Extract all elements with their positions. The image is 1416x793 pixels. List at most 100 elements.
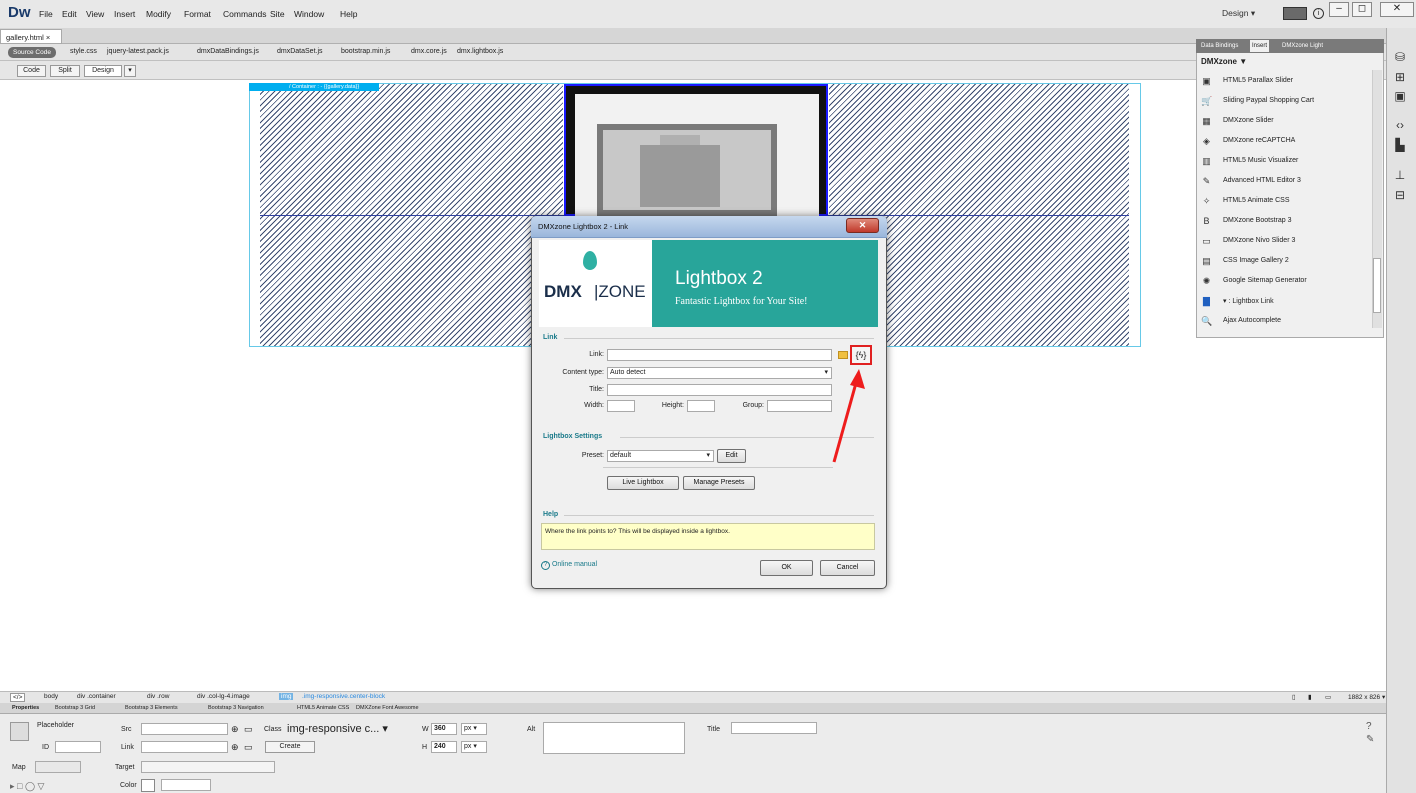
design-view-button[interactable]: Design	[84, 65, 122, 77]
database-icon[interactable]: ⛁	[1391, 50, 1409, 66]
height-input[interactable]: 240	[431, 741, 457, 753]
pointer-hotspot-icon[interactable]: ▸ □ ◯ ▽	[10, 781, 44, 792]
menu-insert[interactable]: Insert	[114, 9, 135, 19]
help-icon[interactable]: ?	[1366, 721, 1372, 732]
panel-category-dropdown[interactable]: DMXzone ▼	[1201, 57, 1247, 66]
code-nav-button[interactable]: </>	[10, 693, 26, 702]
width-input[interactable]: 360	[431, 723, 457, 735]
class-select[interactable]: img-responsive c... ▾	[287, 722, 409, 736]
title-input[interactable]	[731, 722, 817, 734]
close-window-button[interactable]: ✕	[1380, 2, 1414, 17]
sync-icon[interactable]	[1283, 7, 1307, 20]
tab-font-awesome[interactable]: DMXZone Font Awesome	[356, 705, 419, 711]
preset-select[interactable]: default ▾	[607, 450, 714, 462]
online-manual-link[interactable]: ? Online manual	[541, 561, 597, 570]
dynamic-data-button[interactable]: {ϟ}	[850, 345, 872, 365]
mobile-size-icon[interactable]: ▯	[1292, 693, 1296, 701]
group-input[interactable]	[767, 400, 832, 412]
link-input[interactable]	[607, 349, 832, 361]
close-tab-icon[interactable]: ×	[46, 33, 50, 42]
related-file[interactable]: dmxDataSet.js	[277, 48, 323, 55]
panel-item[interactable]: ▇ ▾ : Lightbox Link	[1196, 292, 1372, 312]
tag-row[interactable]: div .row	[147, 693, 169, 700]
snippets-icon[interactable]: ‹›	[1391, 118, 1409, 134]
split-view-button[interactable]: Split	[50, 65, 80, 77]
panel-item[interactable]: 🛒 Sliding Paypal Shopping Cart	[1196, 92, 1372, 112]
tab-insert[interactable]: Insert	[1250, 40, 1270, 52]
tab-bootstrap-grid[interactable]: Bootstrap 3 Grid	[55, 705, 95, 711]
tab-animate-css[interactable]: HTML5 Animate CSS	[297, 705, 349, 711]
menu-help[interactable]: Help	[340, 9, 357, 19]
content-type-select[interactable]: Auto detect ▾	[607, 367, 832, 379]
document-tab[interactable]: gallery.html ×	[0, 29, 62, 44]
color-input[interactable]	[161, 779, 211, 791]
tab-bootstrap-elements[interactable]: Bootstrap 3 Elements	[125, 705, 178, 711]
width-unit-select[interactable]: px ▾	[461, 723, 487, 735]
manage-presets-button[interactable]: Manage Presets	[683, 476, 755, 490]
panel-item[interactable]: ✎ Advanced HTML Editor 3	[1196, 172, 1372, 192]
menu-commands[interactable]: Commands	[223, 9, 266, 19]
menu-site[interactable]: Site	[270, 9, 285, 19]
panel-item[interactable]: ▭ DMXzone Nivo Slider 3	[1196, 232, 1372, 252]
tab-bootstrap-navigation[interactable]: Bootstrap 3 Navigation	[208, 705, 264, 711]
menu-view[interactable]: View	[86, 9, 104, 19]
desktop-size-icon[interactable]: ▭	[1325, 693, 1331, 701]
container-label[interactable]: / Container : - {{gallery.data}}	[249, 83, 379, 91]
link-input[interactable]	[141, 741, 228, 753]
insert-icon[interactable]: ⊞	[1391, 70, 1409, 86]
panel-item[interactable]: B DMXzone Bootstrap 3	[1196, 212, 1372, 232]
color-swatch[interactable]	[141, 779, 155, 792]
point-to-file-icon[interactable]: ⊕	[231, 742, 239, 753]
panel-item[interactable]: ✺ Google Sitemap Generator	[1196, 272, 1372, 292]
tab-properties[interactable]: Properties	[12, 705, 39, 711]
title-input[interactable]	[607, 384, 832, 396]
menu-format[interactable]: Format	[184, 9, 211, 19]
point-to-file-icon[interactable]: ⊕	[231, 724, 239, 735]
related-file[interactable]: dmxDataBindings.js	[197, 48, 259, 55]
folder-icon[interactable]	[838, 351, 848, 359]
dom-icon[interactable]: ⊥	[1391, 168, 1409, 184]
cancel-button[interactable]: Cancel	[820, 560, 875, 576]
related-file[interactable]: dmx.core.js	[411, 48, 447, 55]
dialog-close-button[interactable]: ✕	[846, 218, 879, 233]
assets-icon[interactable]: ▣	[1391, 89, 1409, 105]
width-input[interactable]	[607, 400, 635, 412]
panel-item[interactable]: 🔍 Ajax Autocomplete	[1196, 312, 1372, 332]
window-size[interactable]: 1882 x 826 ▾	[1348, 693, 1385, 701]
menu-file[interactable]: File	[39, 9, 53, 19]
id-input[interactable]	[55, 741, 101, 753]
ok-button[interactable]: OK	[760, 560, 813, 576]
menu-edit[interactable]: Edit	[62, 9, 77, 19]
map-input[interactable]	[35, 761, 81, 773]
workspace-switcher[interactable]: Design ▾	[1222, 8, 1272, 22]
edit-icon[interactable]: ✎	[1366, 734, 1374, 745]
tag-col[interactable]: div .col-lg-4.image	[197, 693, 250, 700]
folder-icon[interactable]: ▭	[244, 742, 253, 753]
height-unit-select[interactable]: px ▾	[461, 741, 487, 753]
panel-item[interactable]: ▦ DMXzone Slider	[1196, 112, 1372, 132]
view-options-dropdown[interactable]: ▾	[124, 65, 136, 77]
panel-item[interactable]: ▤ CSS Image Gallery 2	[1196, 252, 1372, 272]
source-code-button[interactable]: Source Code	[8, 47, 56, 58]
files-icon[interactable]: ▙	[1391, 138, 1409, 154]
maximize-button[interactable]: ◻	[1352, 2, 1372, 17]
tab-data-bindings[interactable]: Data Bindings	[1199, 40, 1240, 52]
tag-img[interactable]: img	[279, 693, 294, 700]
panel-item[interactable]: ▥ HTML5 Music Visualizer	[1196, 152, 1372, 172]
related-file[interactable]: dmx.lightbox.js	[457, 48, 503, 55]
minimize-button[interactable]: –	[1329, 2, 1349, 17]
target-select[interactable]	[141, 761, 275, 773]
folder-icon[interactable]: ▭	[244, 724, 253, 735]
menu-window[interactable]: Window	[294, 9, 324, 19]
height-input[interactable]	[687, 400, 715, 412]
related-file[interactable]: jquery-latest.pack.js	[107, 48, 169, 55]
alt-input[interactable]	[543, 722, 685, 754]
panel-scrollbar-thumb[interactable]	[1373, 258, 1381, 313]
panel-item[interactable]: ◈ DMXzone reCAPTCHA	[1196, 132, 1372, 152]
create-button[interactable]: Create	[265, 741, 315, 753]
tag-body[interactable]: body	[44, 693, 58, 700]
panel-item[interactable]: ✧ HTML5 Animate CSS	[1196, 192, 1372, 212]
code-view-button[interactable]: Code	[17, 65, 46, 77]
live-lightbox-button[interactable]: Live Lightbox	[607, 476, 679, 490]
edit-preset-button[interactable]: Edit	[717, 449, 746, 463]
